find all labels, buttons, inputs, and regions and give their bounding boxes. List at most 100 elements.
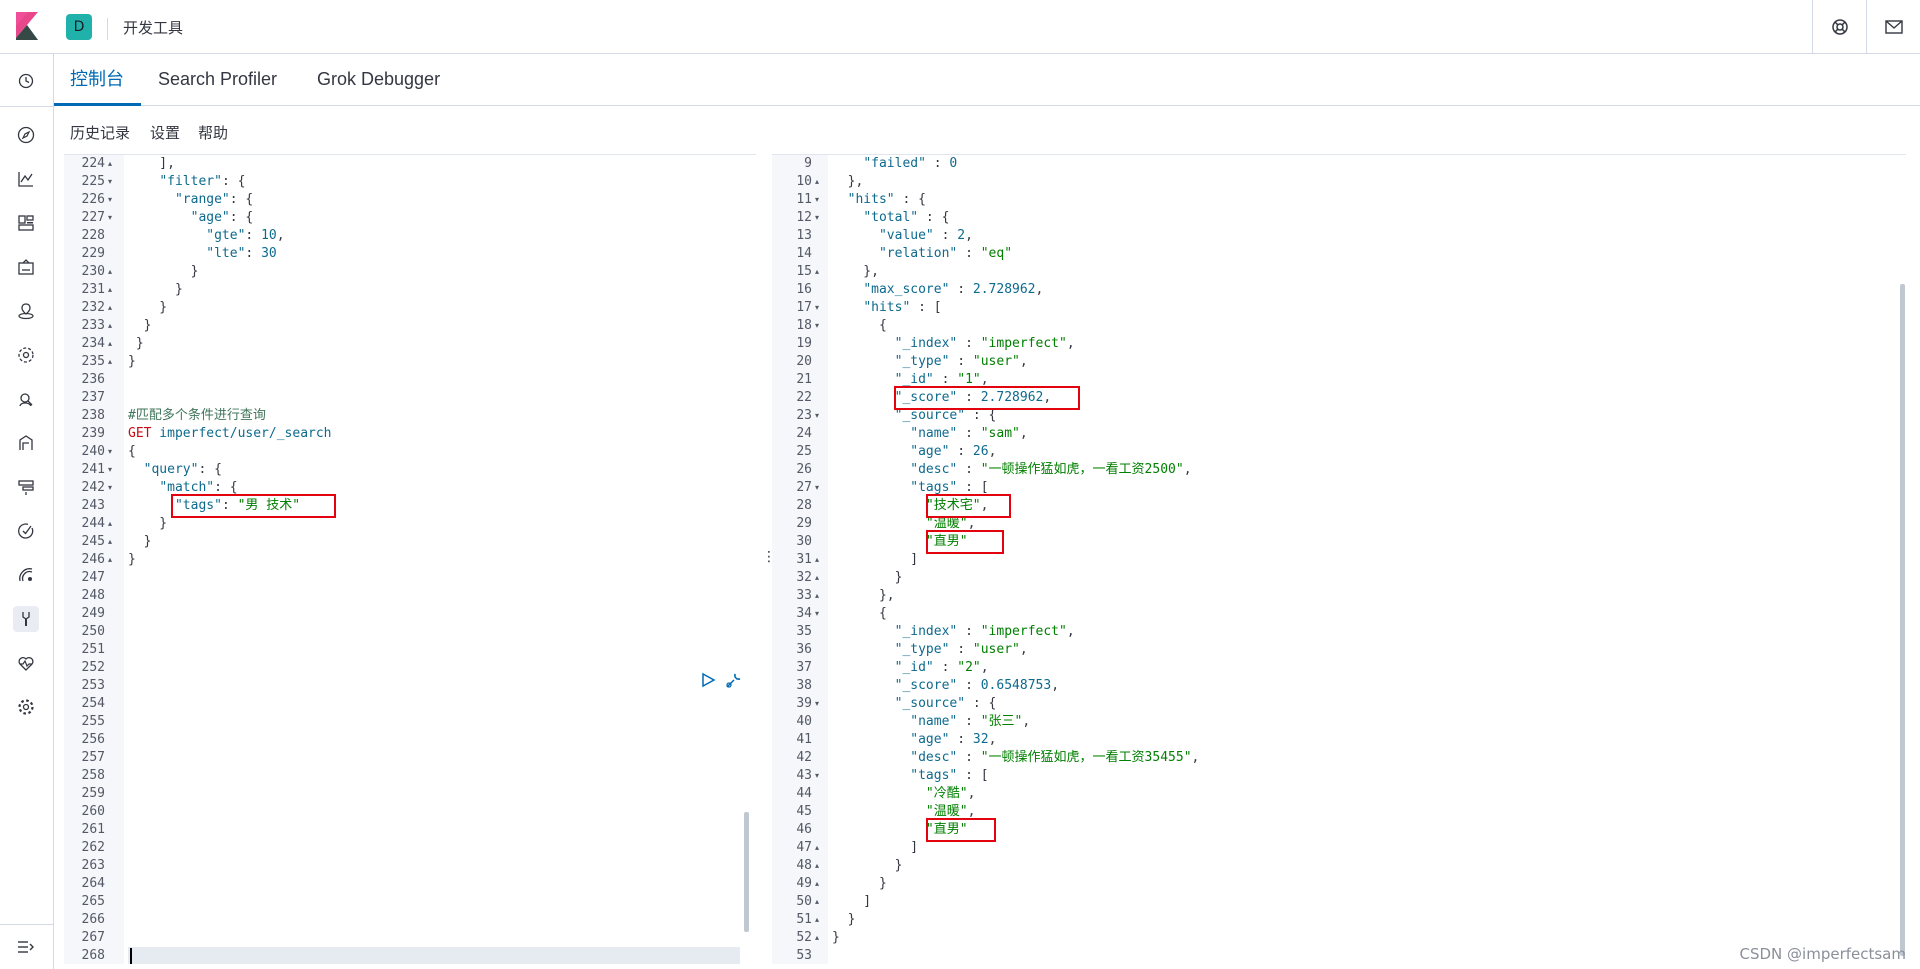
fold-toggle[interactable]: ▴	[815, 587, 819, 605]
wrench-icon[interactable]	[724, 672, 742, 690]
fold-toggle[interactable]: ▾	[108, 443, 112, 461]
line-number: 26	[796, 462, 812, 477]
fold-toggle[interactable]: ▴	[108, 317, 112, 335]
fold-toggle[interactable]: ▾	[108, 173, 112, 191]
line-number: 262	[81, 840, 105, 855]
line-number: 248	[81, 588, 105, 603]
fold-toggle[interactable]: ▾	[815, 299, 819, 317]
code-line: "hits" : {	[847, 192, 926, 207]
mail-icon	[1884, 20, 1903, 34]
nav-devtools[interactable]	[13, 606, 39, 632]
nav-maps[interactable]	[13, 298, 39, 324]
line-number: 255	[81, 714, 105, 729]
uptime-icon	[18, 523, 34, 539]
mail-button[interactable]	[1866, 0, 1920, 54]
text-cursor	[130, 948, 132, 964]
line-number: 254	[81, 696, 105, 711]
fold-toggle[interactable]: ▾	[108, 209, 112, 227]
tab-console[interactable]: 控制台	[54, 54, 141, 106]
line-number: 240	[81, 444, 105, 459]
fold-toggle[interactable]: ▾	[815, 317, 819, 335]
fold-toggle[interactable]: ▴	[108, 281, 112, 299]
fold-toggle[interactable]: ▴	[108, 551, 112, 569]
fold-toggle[interactable]: ▴	[108, 263, 112, 281]
request-editor[interactable]: 224 ▴ ], 225 ▾ "filter": {226 ▾ "range": {22…	[64, 154, 756, 964]
line-number: 17	[796, 300, 812, 315]
nav-discover[interactable]	[13, 122, 39, 148]
nav-ml[interactable]	[13, 342, 39, 368]
nav-canvas[interactable]	[13, 254, 39, 280]
code-line: }	[832, 876, 887, 891]
help-link[interactable]: 帮助	[198, 122, 228, 143]
code-line: "_index" : "imperfect",	[894, 624, 1075, 639]
active-line	[128, 947, 740, 964]
line-number: 10	[796, 174, 812, 189]
fold-toggle[interactable]: ▴	[108, 353, 112, 371]
nav-logs[interactable]	[13, 430, 39, 456]
code-line: "age" : 26,	[910, 444, 997, 459]
highlight-box	[926, 530, 1004, 554]
fold-toggle[interactable]: ▾	[815, 191, 819, 209]
line-number: 20	[796, 354, 812, 369]
fold-toggle[interactable]: ▴	[815, 263, 819, 281]
code-line: "hits" : [	[863, 300, 942, 315]
fold-toggle[interactable]: ▴	[815, 839, 819, 857]
fold-toggle[interactable]: ▴	[815, 911, 819, 929]
line-number: 33	[796, 588, 812, 603]
line-number: 27	[796, 480, 812, 495]
response-scrollbar[interactable]	[1900, 284, 1905, 956]
nav-apm[interactable]	[13, 474, 39, 500]
fold-toggle[interactable]: ▴	[815, 569, 819, 587]
recent-button[interactable]	[13, 68, 39, 94]
collapse-nav-button[interactable]	[13, 934, 39, 960]
line-number: 47	[796, 840, 812, 855]
fold-toggle[interactable]: ▴	[815, 893, 819, 911]
fold-toggle[interactable]: ▴	[815, 173, 819, 191]
line-number: 18	[796, 318, 812, 333]
fold-toggle[interactable]: ▴	[108, 299, 112, 317]
line-number: 28	[796, 498, 812, 513]
line-number: 257	[81, 750, 105, 765]
fold-toggle[interactable]: ▾	[815, 209, 819, 227]
fold-toggle[interactable]: ▾	[108, 479, 112, 497]
fold-toggle[interactable]: ▴	[108, 155, 112, 173]
nav-dashboard[interactable]	[13, 210, 39, 236]
metrics-icon	[19, 393, 33, 407]
line-number: 263	[81, 858, 105, 873]
fold-toggle[interactable]: ▴	[815, 929, 819, 947]
code-line: }	[832, 570, 903, 585]
line-number: 52	[796, 930, 812, 945]
fold-toggle[interactable]: ▾	[815, 767, 819, 785]
nav-visualize[interactable]	[13, 166, 39, 192]
nav-monitoring[interactable]	[13, 650, 39, 676]
kibana-logo-icon[interactable]	[14, 12, 40, 40]
nav-siem[interactable]	[13, 562, 39, 588]
fold-toggle[interactable]: ▴	[815, 875, 819, 893]
fold-toggle[interactable]: ▾	[108, 191, 112, 209]
help-button[interactable]	[1812, 0, 1866, 54]
fold-toggle[interactable]: ▴	[815, 551, 819, 569]
fold-toggle[interactable]: ▴	[108, 515, 112, 533]
left-navigation	[0, 54, 54, 969]
code-line: "_type" : "user",	[894, 642, 1028, 657]
fold-toggle[interactable]: ▾	[108, 461, 112, 479]
fold-toggle[interactable]: ▾	[815, 479, 819, 497]
fold-toggle[interactable]: ▾	[815, 695, 819, 713]
history-link[interactable]: 历史记录	[70, 122, 130, 143]
fold-toggle[interactable]: ▾	[815, 407, 819, 425]
play-icon[interactable]	[700, 672, 716, 688]
code-line: "name" : "张三",	[910, 714, 1031, 729]
code-line: }	[128, 282, 183, 297]
fold-toggle[interactable]: ▴	[815, 857, 819, 875]
nav-management[interactable]	[13, 694, 39, 720]
tab-grok-debugger[interactable]: Grok Debugger	[301, 54, 456, 106]
space-avatar[interactable]: D	[66, 14, 92, 40]
nav-metrics[interactable]	[13, 386, 39, 412]
nav-uptime[interactable]	[13, 518, 39, 544]
tab-search-profiler[interactable]: Search Profiler	[142, 54, 293, 106]
fold-toggle[interactable]: ▴	[108, 335, 112, 353]
settings-link[interactable]: 设置	[150, 122, 180, 143]
fold-toggle[interactable]: ▾	[815, 605, 819, 623]
request-scrollbar[interactable]	[744, 812, 749, 932]
fold-toggle[interactable]: ▴	[108, 533, 112, 551]
